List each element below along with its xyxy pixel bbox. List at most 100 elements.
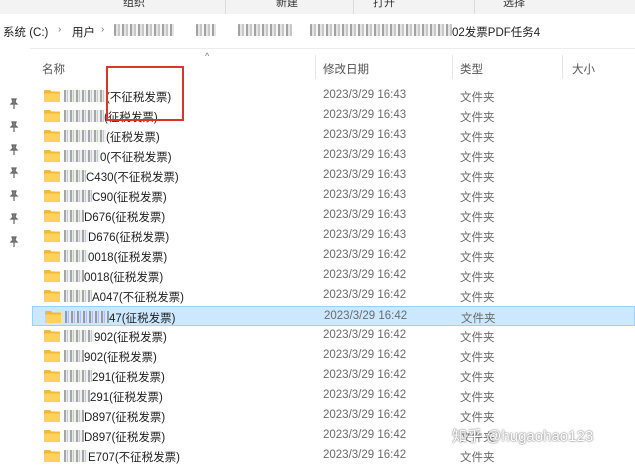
sort-up-icon[interactable]: ^ (205, 51, 209, 61)
file-type: 文件夹 (460, 332, 495, 344)
file-type: 文件夹 (460, 92, 495, 104)
table-row[interactable]: 291(征税发票) 2023/3/29 16:42 文件夹 (32, 386, 635, 406)
table-row[interactable]: (征税发票) 2023/3/29 16:43 文件夹 (32, 126, 635, 146)
table-row[interactable]: E707(不征税发票) 2023/3/29 16:42 文件夹 (32, 446, 635, 466)
folder-name: C430(不征税发票) (86, 172, 179, 184)
folder-icon (44, 449, 60, 462)
ribbon-open[interactable]: 打开 (373, 0, 395, 10)
ribbon-divider (353, 0, 354, 14)
folder-name: 291(征税发票) (92, 372, 165, 384)
pin-icon[interactable] (9, 236, 19, 248)
pin-icon[interactable] (9, 213, 19, 225)
redacted-name-segment (64, 210, 84, 222)
table-row[interactable]: D676(征税发票) 2023/3/29 16:43 文件夹 (32, 226, 635, 246)
column-modified[interactable]: 修改日期 (323, 61, 369, 77)
file-type: 文件夹 (460, 272, 495, 284)
file-type: 文件夹 (460, 452, 495, 464)
column-divider[interactable] (315, 55, 316, 79)
redacted-name-segment (64, 170, 86, 182)
folder-name: 291(征税发票) (90, 392, 163, 404)
table-row[interactable]: 0(不征税发票) 2023/3/29 16:43 文件夹 (32, 146, 635, 166)
ribbon-divider (225, 0, 226, 14)
folder-name: 47(征税发票) (109, 313, 176, 325)
folder-icon (44, 369, 60, 382)
modified-date: 2023/3/29 16:43 (323, 149, 407, 161)
modified-date: 2023/3/29 16:43 (323, 89, 407, 101)
pin-icon[interactable] (9, 167, 19, 179)
ribbon-new[interactable]: 新建 (276, 0, 298, 10)
modified-date: 2023/3/29 16:43 (323, 209, 407, 221)
folder-name: (征税发票) (106, 132, 160, 144)
table-row[interactable]: A047(不征税发票) 2023/3/29 16:42 文件夹 (32, 286, 635, 306)
watermark: 知乎 @hugaohao123 (452, 428, 594, 445)
redacted-name-segment (64, 250, 88, 262)
ribbon-organize[interactable]: 组织 (123, 0, 145, 10)
folder-icon (44, 349, 60, 362)
column-divider[interactable] (562, 55, 563, 79)
modified-date: 2023/3/29 16:42 (323, 289, 407, 301)
redacted-name-segment (64, 190, 92, 202)
table-row[interactable]: 0018(征税发票) 2023/3/29 16:42 文件夹 (32, 266, 635, 286)
pin-icon[interactable] (9, 144, 19, 156)
chevron-right-icon[interactable]: › (58, 24, 61, 35)
file-type: 文件夹 (460, 112, 495, 124)
column-size[interactable]: 大小 (572, 61, 595, 77)
table-row[interactable]: 0018(征税发票) 2023/3/29 16:42 文件夹 (32, 246, 635, 266)
column-type[interactable]: 类型 (460, 61, 483, 77)
file-type: 文件夹 (460, 172, 495, 184)
folder-icon (44, 249, 60, 262)
file-type: 文件夹 (460, 372, 495, 384)
ribbon-select[interactable]: 选择 (503, 0, 525, 10)
file-type: 文件夹 (461, 313, 496, 325)
folder-icon (44, 149, 60, 162)
chevron-right-icon[interactable]: › (101, 24, 104, 35)
redacted-name-segment (64, 110, 104, 122)
redacted-name-segment (64, 350, 84, 362)
table-row[interactable]: D676(征税发票) 2023/3/29 16:43 文件夹 (32, 206, 635, 226)
table-row[interactable]: 902(征税发票) 2023/3/29 16:42 文件夹 (32, 326, 635, 346)
redacted-path-segment (238, 24, 292, 36)
modified-date: 2023/3/29 16:42 (323, 409, 407, 421)
column-divider[interactable] (452, 55, 453, 79)
file-type: 文件夹 (460, 232, 495, 244)
breadcrumb-current-folder[interactable]: 02发票PDF任务4 (452, 24, 540, 40)
redacted-name-segment (64, 270, 84, 282)
redacted-name-segment (64, 290, 92, 302)
pin-icon[interactable] (9, 98, 19, 110)
redacted-name-segment (64, 150, 100, 162)
pin-icon[interactable] (9, 121, 19, 133)
modified-date: 2023/3/29 16:42 (323, 269, 407, 281)
pin-icon[interactable] (9, 190, 19, 202)
table-row[interactable]: 902(征税发票) 2023/3/29 16:42 文件夹 (32, 346, 635, 366)
table-row[interactable]: C430(不征税发票) 2023/3/29 16:43 文件夹 (32, 166, 635, 186)
breadcrumb-users[interactable]: 用户 (72, 24, 95, 40)
modified-date: 2023/3/29 16:42 (323, 449, 407, 461)
table-row[interactable]: D897(征税发票) 2023/3/29 16:42 文件夹 (32, 406, 635, 426)
folder-icon (44, 89, 60, 102)
folder-icon (44, 329, 60, 342)
address-bar[interactable]: 系统 (C:) › 用户 › 02发票PDF任务4 (0, 14, 635, 49)
ribbon-toolbar: 组织 新建 打开 选择 (0, 0, 635, 15)
folder-icon (44, 189, 60, 202)
folder-icon (44, 229, 60, 242)
breadcrumb-drive[interactable]: 系统 (C:) (3, 24, 48, 40)
table-row[interactable]: C90(征税发票) 2023/3/29 16:43 文件夹 (32, 186, 635, 206)
redacted-path-segment (196, 24, 216, 36)
folder-icon (44, 109, 60, 122)
modified-date: 2023/3/29 16:42 (323, 349, 407, 361)
folder-icon (44, 289, 60, 302)
modified-date: 2023/3/29 16:42 (324, 310, 408, 322)
table-row[interactable]: 291(征税发票) 2023/3/29 16:42 文件夹 (32, 366, 635, 386)
modified-date: 2023/3/29 16:43 (323, 129, 407, 141)
quick-access-pane (0, 48, 30, 460)
column-name[interactable]: 名称 (42, 61, 65, 77)
file-type: 文件夹 (460, 192, 495, 204)
file-type: 文件夹 (460, 412, 495, 424)
table-row[interactable]: 47(征税发票) 2023/3/29 16:42 文件夹 (32, 306, 635, 326)
folder-name: C90(征税发票) (92, 192, 167, 204)
folder-icon (45, 310, 61, 323)
modified-date: 2023/3/29 16:43 (323, 109, 407, 121)
redacted-name-segment (64, 450, 88, 462)
folder-name: 0018(征税发票) (84, 272, 164, 284)
folder-name: 0018(征税发票) (88, 252, 168, 264)
